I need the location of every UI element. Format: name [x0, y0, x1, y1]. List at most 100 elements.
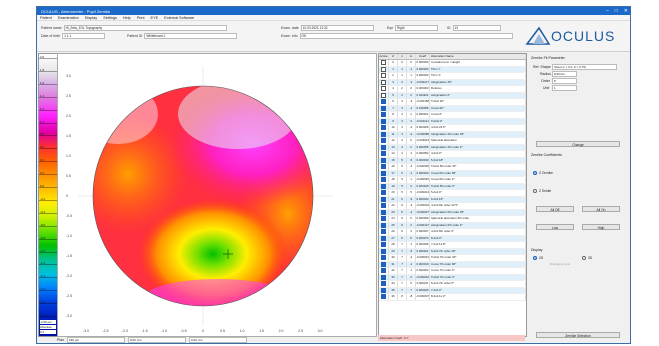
active-checkbox[interactable]: [381, 183, 386, 189]
active-cell[interactable]: [379, 183, 389, 189]
active-checkbox[interactable]: [381, 203, 386, 208]
active-checkbox[interactable]: [381, 261, 386, 267]
col-n[interactable]: n: [398, 54, 407, 59]
active-cell[interactable]: [379, 125, 389, 131]
active-checkbox[interactable]: [381, 216, 386, 221]
display-2d-dot[interactable]: [533, 256, 537, 260]
seidel-radio-dot[interactable]: [533, 189, 537, 193]
col-coeff[interactable]: Coeff: [416, 54, 430, 59]
active-checkbox[interactable]: [381, 73, 386, 78]
active-checkbox[interactable]: [381, 190, 386, 195]
active-cell[interactable]: [379, 73, 389, 79]
display-3d-radio[interactable]: 3D: [582, 256, 592, 260]
zernike-radio-dot[interactable]: [533, 171, 537, 175]
diameter-field[interactable]: 8.00 mm: [128, 336, 187, 343]
menu-settings[interactable]: Settings: [103, 16, 117, 20]
active-checkbox[interactable]: [381, 287, 386, 293]
active-checkbox[interactable]: [381, 151, 386, 156]
active-checkbox[interactable]: [381, 164, 386, 169]
active-checkbox[interactable]: [381, 131, 386, 137]
active-cell[interactable]: [379, 222, 389, 228]
active-checkbox[interactable]: [381, 105, 386, 111]
active-cell[interactable]: [379, 138, 389, 144]
low-button[interactable]: Low: [536, 224, 574, 230]
active-checkbox[interactable]: [381, 92, 386, 98]
display-2d-radio[interactable]: 2D: [533, 256, 543, 260]
high-button[interactable]: High: [582, 224, 620, 230]
active-checkbox[interactable]: [381, 294, 386, 299]
active-cell[interactable]: [379, 79, 389, 85]
minimize-icon[interactable]: –: [606, 7, 609, 15]
col-z[interactable]: Z: [389, 54, 398, 59]
col-aberration-name[interactable]: Aberration Name: [430, 54, 526, 59]
dob-value[interactable]: 1.1.1: [62, 33, 106, 39]
active-checkbox[interactable]: [381, 274, 386, 280]
active-cell[interactable]: [379, 131, 389, 137]
active-cell[interactable]: [379, 92, 389, 98]
active-cell[interactable]: [379, 287, 389, 293]
active-cell[interactable]: [379, 294, 389, 300]
active-cell[interactable]: [379, 86, 389, 92]
menu-external-software[interactable]: External Software: [164, 16, 194, 20]
active-cell[interactable]: [379, 144, 389, 150]
menu-eye[interactable]: EYE: [151, 16, 159, 20]
active-cell[interactable]: [379, 235, 389, 241]
active-cell[interactable]: [379, 209, 389, 215]
active-cell[interactable]: [379, 248, 389, 254]
menu-help[interactable]: Help: [123, 16, 131, 20]
active-cell[interactable]: [379, 216, 389, 222]
active-checkbox[interactable]: [381, 177, 386, 182]
active-checkbox[interactable]: [381, 209, 386, 215]
col-m[interactable]: m: [407, 54, 416, 59]
col-active[interactable]: Active: [379, 54, 389, 59]
active-cell[interactable]: [379, 190, 389, 196]
all-off-button[interactable]: All Off: [536, 206, 574, 212]
offset-field[interactable]: 0.00 mm: [189, 336, 248, 343]
active-checkbox[interactable]: [381, 138, 386, 143]
zernike-map[interactable]: 3.0 -3.0 2.5 -2.5 2.0 -2.0 1.5 -1.5 1.0 -1.0 0.5 -0…: [58, 54, 376, 336]
active-checkbox[interactable]: [381, 144, 386, 150]
active-cell[interactable]: [379, 274, 389, 280]
active-cell[interactable]: [379, 242, 389, 248]
active-checkbox[interactable]: [381, 196, 386, 202]
active-cell[interactable]: [379, 118, 389, 124]
active-checkbox[interactable]: [381, 255, 386, 260]
display-3d-dot[interactable]: [582, 256, 586, 260]
radius-value[interactable]: 8.00mm: [552, 71, 577, 77]
change-button[interactable]: Change: [536, 141, 620, 147]
unit-value[interactable]: 1: [552, 85, 577, 91]
active-cell[interactable]: [379, 261, 389, 267]
all-on-button[interactable]: All On: [582, 206, 620, 212]
active-cell[interactable]: [379, 151, 389, 157]
menu-examination[interactable]: Examination: [58, 16, 79, 20]
menu-display[interactable]: Display: [85, 16, 97, 20]
patient-id-value[interactable]: Whiteboard 1: [144, 33, 238, 39]
active-checkbox[interactable]: [381, 268, 386, 273]
active-cell[interactable]: [379, 157, 389, 163]
menu-print[interactable]: Print: [137, 16, 145, 20]
active-cell[interactable]: [379, 164, 389, 170]
range-field[interactable]: 180 µm: [67, 336, 126, 343]
active-cell[interactable]: [379, 268, 389, 274]
active-cell[interactable]: [379, 112, 389, 118]
active-checkbox[interactable]: [381, 112, 386, 117]
active-cell[interactable]: [379, 60, 389, 66]
zernike-map-panel[interactable]: 3.0 -3.0 2.5 -2.5 2.0 -2.0 1.5 -1.5 1.0 -1.0 0.5 -0…: [57, 53, 377, 337]
active-cell[interactable]: [379, 105, 389, 111]
active-checkbox[interactable]: [381, 222, 386, 228]
active-checkbox[interactable]: [381, 79, 386, 85]
active-cell[interactable]: [379, 281, 389, 287]
active-checkbox[interactable]: [381, 99, 386, 104]
active-checkbox[interactable]: [381, 229, 386, 234]
order-value[interactable]: 8: [552, 78, 577, 84]
active-cell[interactable]: [379, 203, 389, 209]
active-cell[interactable]: [379, 66, 389, 72]
active-cell[interactable]: [379, 99, 389, 105]
active-cell[interactable]: [379, 229, 389, 235]
active-checkbox[interactable]: [381, 242, 386, 247]
active-cell[interactable]: [379, 196, 389, 202]
active-cell[interactable]: [379, 177, 389, 183]
active-checkbox[interactable]: [381, 248, 386, 254]
active-checkbox[interactable]: [381, 125, 386, 130]
active-checkbox[interactable]: [381, 118, 386, 124]
